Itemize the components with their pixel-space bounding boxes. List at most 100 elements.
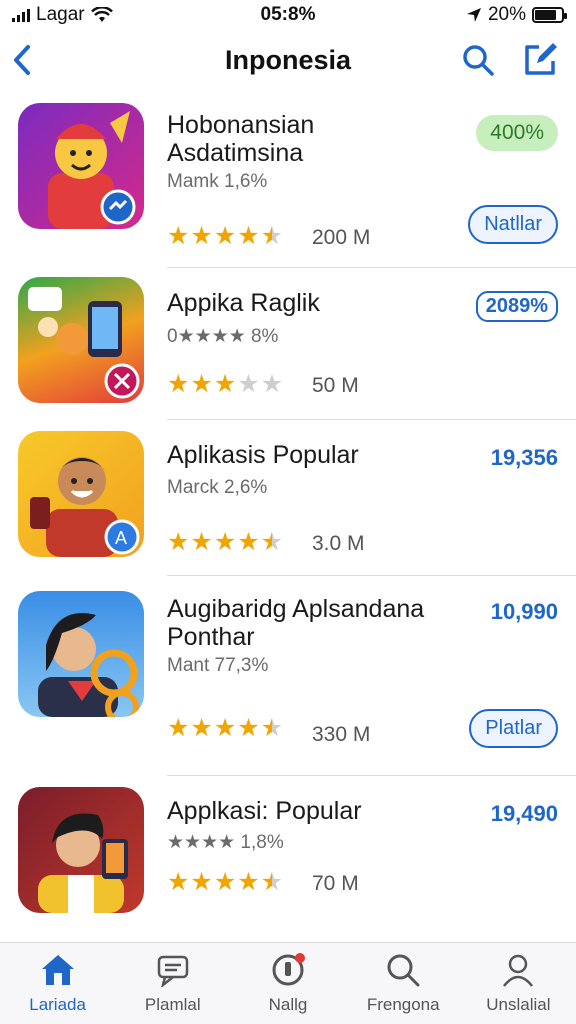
- star-icon: ★: [237, 528, 260, 556]
- tab-label: Lariada: [29, 995, 86, 1014]
- app-subtitle: ★★★★ 1,8%: [167, 832, 284, 853]
- download-count: 70 M: [312, 872, 359, 895]
- app-name: Appika Raglik: [167, 289, 320, 317]
- search-button[interactable]: [460, 42, 496, 78]
- percent-badge: 2089%: [475, 291, 558, 322]
- star-rating: ★ ★ ★ ★ ★: [167, 223, 283, 249]
- list-item[interactable]: Hobonansian Asdatimsina Mamk 1,6% ★ ★ ★ …: [0, 95, 576, 268]
- search-icon: [384, 951, 422, 989]
- price-value: 19,490: [490, 801, 558, 826]
- person-illustration: [38, 613, 139, 717]
- star-icon: ★: [213, 528, 237, 556]
- download-count: 3.0 M: [312, 532, 365, 555]
- location-arrow-icon: [466, 8, 481, 22]
- notification-badge: [295, 953, 305, 963]
- app-name: Augibaridg Aplsandana Ponthar: [167, 595, 425, 651]
- signal-icon: [12, 8, 30, 22]
- person-illustration: [38, 813, 128, 913]
- home-icon: [39, 951, 77, 989]
- star-icon: ★: [167, 370, 190, 398]
- app-icon[interactable]: [18, 591, 144, 717]
- app-subtitle: 0★★★★ 8%: [167, 326, 279, 347]
- app-name: Aplikasis Popular: [167, 441, 359, 469]
- star-rating: ★ ★ ★ ★ ★: [167, 869, 283, 895]
- app-subtitle: Mamk 1,6%: [167, 171, 268, 192]
- battery-percent: 20%: [487, 4, 526, 25]
- tab-bar: Lariada Plamlal Nallg Frengona Unslalial: [0, 942, 576, 1024]
- download-count: 200 M: [312, 226, 371, 249]
- compose-icon: [525, 43, 557, 75]
- star-icon: ★: [167, 222, 190, 250]
- star-icon: ★: [213, 370, 237, 398]
- price-value: 10,990: [490, 599, 558, 624]
- tab-label: Nallg: [268, 995, 308, 1014]
- list-item[interactable]: Applkasi: Popular ★★★★ 1,8% ★ ★ ★ ★ ★ 70…: [0, 775, 576, 925]
- tab-home[interactable]: Lariada: [0, 943, 115, 1024]
- half-star-icon: ★: [260, 528, 284, 556]
- status-bar: Lagar 05:8% 20%: [0, 0, 576, 30]
- star-icon: ★: [167, 528, 190, 556]
- install-button[interactable]: Platlar: [469, 709, 558, 748]
- page-title: Inponesia: [224, 44, 352, 75]
- list-item[interactable]: Augibaridg Aplsandana Ponthar Mant 77,3%…: [0, 575, 576, 776]
- battery-icon: [532, 7, 567, 23]
- person-illustration: A: [30, 457, 140, 557]
- star-rating: ★ ★ ★ ★ ★: [167, 371, 283, 397]
- tab-label: Frengona: [366, 995, 440, 1014]
- tab-label: Plamlal: [144, 995, 201, 1014]
- star-icon: ★: [190, 528, 213, 556]
- percent-badge: 400%: [476, 115, 558, 151]
- chat-icon: [154, 951, 192, 989]
- search-icon: [463, 45, 494, 76]
- star-empty-icon: ★: [260, 370, 284, 398]
- half-star-icon: ★: [260, 222, 284, 250]
- notification-icon: [269, 951, 307, 989]
- app-subtitle: Mant 77,3%: [167, 655, 269, 676]
- tab-label: Unslalial: [486, 995, 551, 1014]
- app-icon[interactable]: A: [18, 431, 144, 557]
- wifi-icon: [90, 7, 113, 22]
- star-rating: ★ ★ ★ ★ ★: [167, 529, 283, 555]
- star-icon: ★: [237, 222, 260, 250]
- status-left: Lagar: [12, 4, 113, 26]
- star-icon: ★: [190, 222, 213, 250]
- star-icon: ★: [213, 868, 237, 896]
- app-subtitle: Marck 2,6%: [167, 477, 268, 498]
- star-icon: ★: [237, 714, 260, 742]
- install-button[interactable]: Natllar: [468, 205, 558, 244]
- tab-notifications[interactable]: Nallg: [230, 943, 345, 1024]
- tab-search[interactable]: Frengona: [346, 943, 461, 1024]
- star-icon: ★: [190, 370, 213, 398]
- character-illustration: [48, 111, 136, 229]
- app-icon[interactable]: [18, 787, 144, 913]
- app-icon[interactable]: [18, 277, 144, 403]
- profile-icon: [499, 951, 537, 989]
- star-icon: ★: [237, 868, 260, 896]
- list-item[interactable]: Appika Raglik 0★★★★ 8% ★ ★ ★ ★ ★ 50 M 20…: [0, 267, 576, 420]
- list-item[interactable]: A Aplikasis Popular Marck 2,6% ★ ★ ★ ★ ★…: [0, 419, 576, 576]
- chevron-left-icon: [14, 45, 30, 75]
- status-right: 20%: [466, 4, 567, 26]
- star-icon: ★: [190, 868, 213, 896]
- price-value: 19,356: [490, 445, 558, 470]
- star-rating: ★ ★ ★ ★ ★: [167, 715, 283, 741]
- tab-chat[interactable]: Plamlal: [115, 943, 230, 1024]
- compose-button[interactable]: [522, 42, 558, 78]
- star-icon: ★: [190, 714, 213, 742]
- download-count: 50 M: [312, 374, 359, 397]
- tab-profile[interactable]: Unslalial: [461, 943, 576, 1024]
- app-name: Applkasi: Popular: [167, 797, 362, 825]
- svg-text:A: A: [115, 528, 127, 548]
- nav-header: Inponesia: [0, 30, 576, 90]
- half-star-icon: ★: [260, 714, 284, 742]
- app-icon[interactable]: [18, 103, 144, 229]
- carrier-label: Lagar: [36, 4, 85, 25]
- star-icon: ★: [213, 222, 237, 250]
- star-icon: ★: [167, 868, 190, 896]
- social-illustration: [28, 287, 140, 399]
- app-name: Hobonansian Asdatimsina: [167, 111, 315, 167]
- download-count: 330 M: [312, 723, 371, 746]
- star-empty-icon: ★: [237, 370, 260, 398]
- back-button[interactable]: [8, 42, 36, 78]
- star-icon: ★: [167, 714, 190, 742]
